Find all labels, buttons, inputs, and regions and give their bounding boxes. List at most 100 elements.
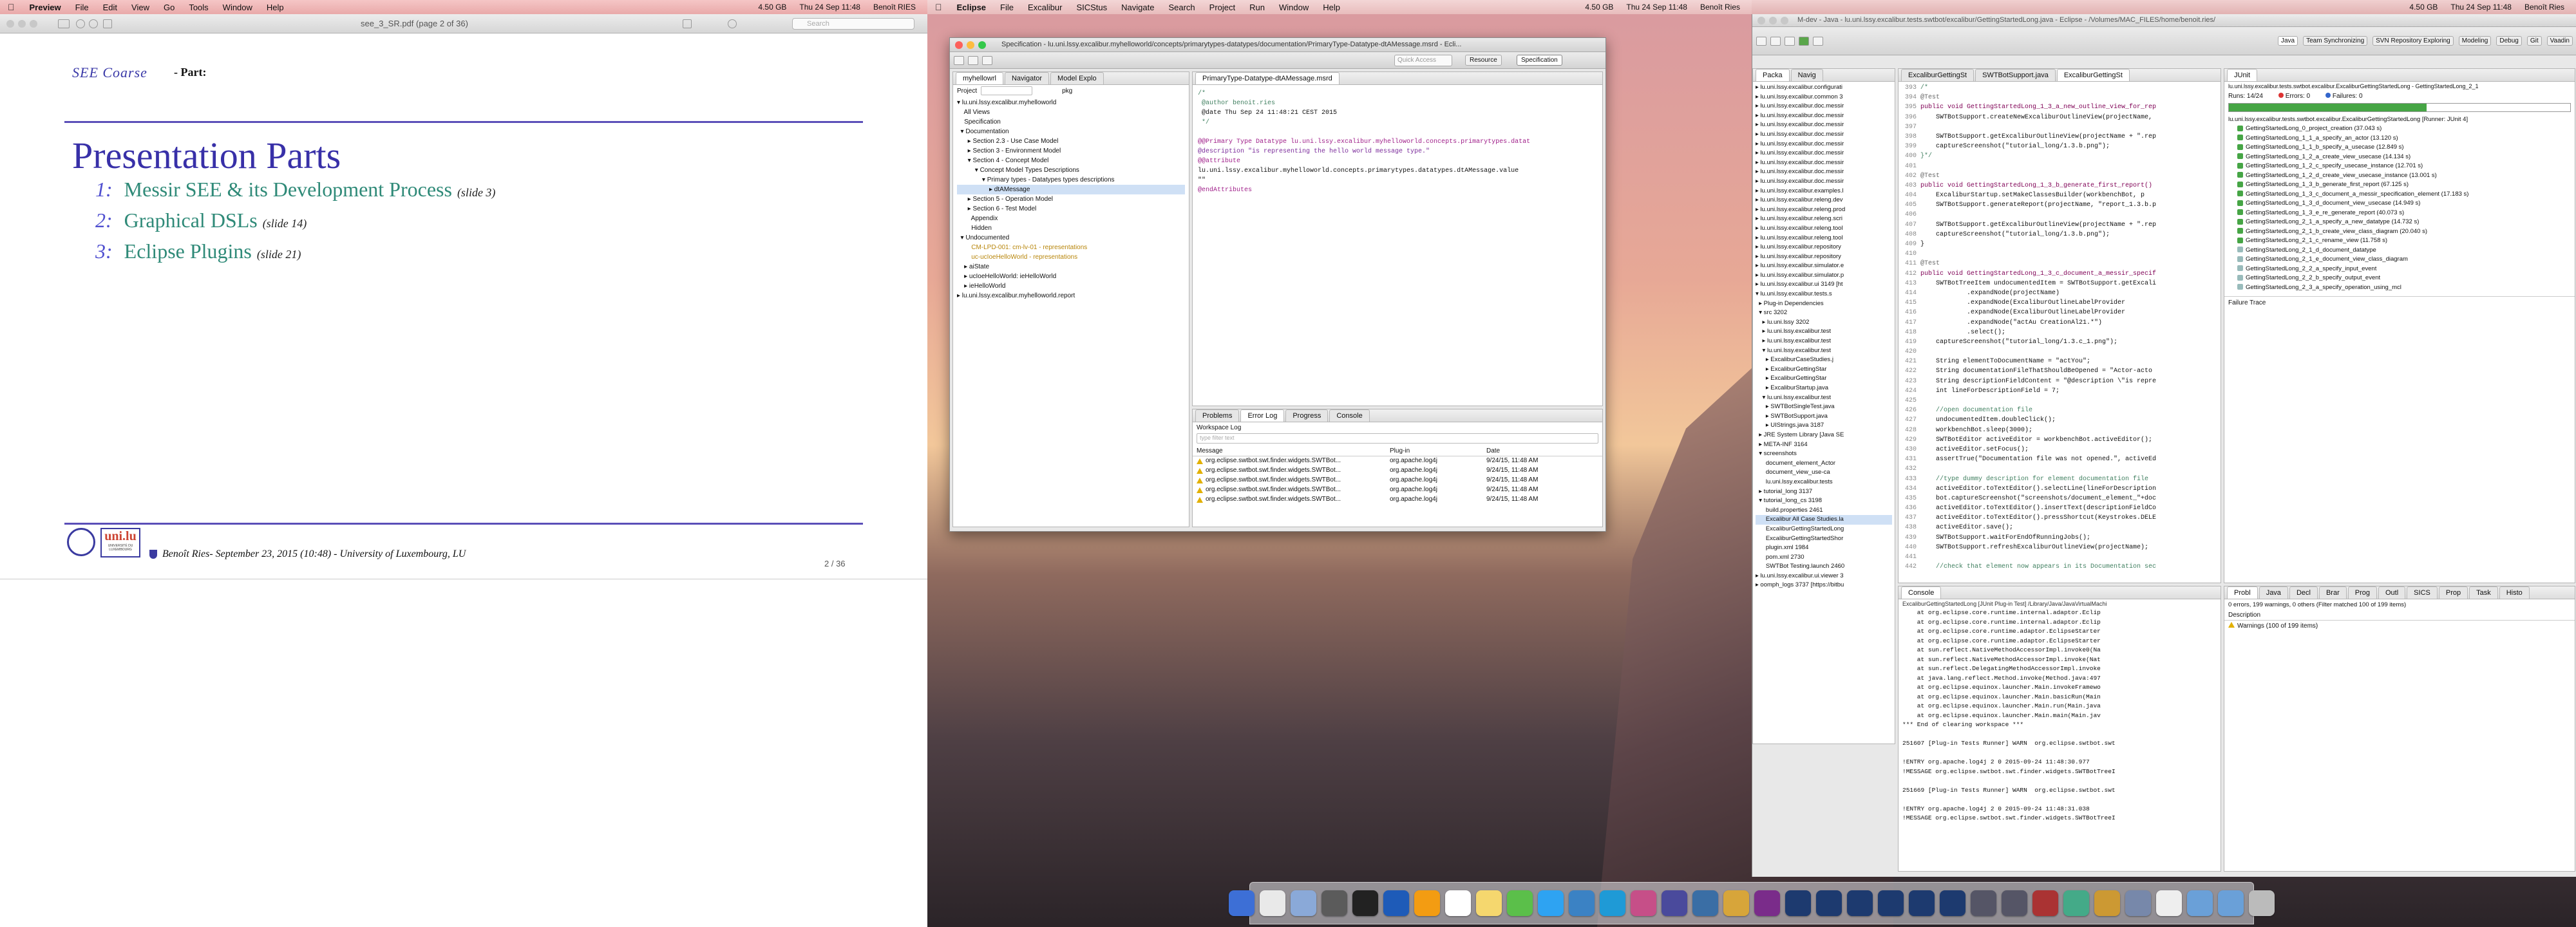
tab-package-explorer[interactable]: Packa	[1756, 69, 1790, 81]
dock-app-icon[interactable]	[1940, 890, 1965, 916]
junit-root[interactable]: lu.uni.lssy.excalibur.tests.swtbot.excal…	[2224, 113, 2575, 124]
junit-test-item[interactable]: GettingStartedLong_2_1_e_document_view_c…	[2237, 255, 2571, 265]
editor-text[interactable]: /* @author benoit.ries @date Thu Sep 24 …	[1193, 85, 1602, 199]
tree-item[interactable]: All Views	[957, 108, 1185, 117]
dock-app-icon[interactable]	[1291, 890, 1316, 916]
package-tree-item[interactable]: ▸ lu.uni.lssy.excalibur.releng.tool	[1756, 234, 1892, 243]
sidebar-toggle-icon[interactable]	[58, 19, 70, 28]
tree-item[interactable]: ▸ aiState	[957, 262, 1185, 272]
package-tree-item[interactable]: ▸ META-INF 3164	[1756, 440, 1892, 450]
tab-console[interactable]: Console	[1329, 409, 1370, 422]
log-row[interactable]: org.eclipse.swtbot.swt.finder.widgets.SW…	[1193, 456, 1602, 466]
dock-app-icon[interactable]	[1260, 890, 1285, 916]
debug-icon[interactable]	[1785, 36, 1795, 46]
tab-problems[interactable]: Problems	[1195, 409, 1240, 422]
zoom-window-icon[interactable]	[978, 41, 986, 49]
tree-item[interactable]: uc-ucIoeHelloWorld - representations	[957, 252, 1185, 262]
package-tree-item[interactable]: ExcaliburGettingStartedShor	[1756, 534, 1892, 544]
zoom-in-icon[interactable]	[89, 19, 98, 28]
package-tree-item[interactable]: ▸ Plug-in Dependencies	[1756, 299, 1892, 309]
junit-test-item[interactable]: GettingStartedLong_1_2_d_create_view_use…	[2237, 171, 2571, 181]
tab-myhelloworld[interactable]: myhellowrl	[956, 72, 1003, 84]
package-tree-item[interactable]: ▸ lu.uni.lssy.excalibur.repository	[1756, 243, 1892, 252]
zoom-window-icon[interactable]	[30, 20, 37, 28]
tree-item[interactable]: ▾ Undocumented	[957, 233, 1185, 243]
tree-item[interactable]: ▸ Section 3 - Environment Model	[957, 146, 1185, 156]
tab-model-explorer[interactable]: Model Explo	[1050, 72, 1104, 84]
dock-app-icon[interactable]	[1909, 890, 1935, 916]
junit-test-item[interactable]: GettingStartedLong_2_1_c_rename_view (11…	[2237, 236, 2571, 246]
menu-view[interactable]: View	[124, 3, 156, 12]
perspective-java[interactable]: Java	[2277, 36, 2298, 46]
apple-icon[interactable]: 	[0, 2, 23, 12]
dock-app-icon[interactable]	[1754, 890, 1780, 916]
package-tree-item[interactable]: ▾ tutorial_long_cs 3198	[1756, 496, 1892, 506]
junit-test-item[interactable]: GettingStartedLong_2_2_b_specify_output_…	[2237, 274, 2571, 283]
minimize-window-icon[interactable]	[1769, 17, 1777, 24]
junit-test-item[interactable]: GettingStartedLong_0_project_creation (3…	[2237, 124, 2571, 134]
col-message[interactable]: Message	[1197, 447, 1390, 454]
junit-test-item[interactable]: GettingStartedLong_1_3_e_re_generate_rep…	[2237, 209, 2571, 218]
menu-project[interactable]: Project	[1202, 3, 1242, 12]
run-icon[interactable]	[1799, 36, 1809, 46]
tree-item[interactable]: ▸ ucIoeHelloWorld: ieHelloWorld	[957, 272, 1185, 281]
dock-app-icon[interactable]	[1785, 890, 1811, 916]
dock-app-icon[interactable]	[2063, 890, 2089, 916]
package-tree-item[interactable]: ▸ lu.uni.lssy.excalibur.doc.messir	[1756, 158, 1892, 168]
package-tree-item[interactable]: ▸ lu.uni.lssy.excalibur.releng.prod	[1756, 205, 1892, 215]
menu-run[interactable]: Run	[1242, 3, 1272, 12]
perspective-team-synchronizing[interactable]: Team Synchronizing	[2303, 36, 2368, 46]
tree-item[interactable]: Hidden	[957, 223, 1185, 233]
package-tree-item[interactable]: ▸ lu.uni.lssy.excalibur.ui.viewer 3	[1756, 572, 1892, 581]
close-window-icon[interactable]	[1757, 17, 1765, 24]
search-icon[interactable]	[1813, 36, 1823, 46]
package-tree-item[interactable]: lu.uni.lssy.excalibur.tests	[1756, 478, 1892, 487]
junit-test-item[interactable]: GettingStartedLong_2_1_d_document_dataty…	[2237, 246, 2571, 256]
tab-navigator[interactable]: Navig	[1790, 69, 1823, 81]
junit-test-item[interactable]: GettingStartedLong_1_2_a_create_view_use…	[2237, 153, 2571, 162]
dock-app-icon[interactable]	[1538, 890, 1564, 916]
dock-app-icon[interactable]	[1662, 890, 1687, 916]
dock-app-icon[interactable]	[2187, 890, 2213, 916]
package-tree-item[interactable]: SWTBot Testing.launch 2460	[1756, 562, 1892, 572]
package-tree-item[interactable]: ▸ lu.uni.lssy.excalibur.doc.messir	[1756, 140, 1892, 149]
menu-navigate[interactable]: Navigate	[1114, 3, 1161, 12]
package-tree-item[interactable]: ▾ lu.uni.lssy.excalibur.test	[1756, 346, 1892, 356]
tab-histo[interactable]: Histo	[2499, 586, 2530, 599]
perspective-svn-repository-exploring[interactable]: SVN Repository Exploring	[2372, 36, 2454, 46]
tree-item[interactable]: CM-LPD-001: cm-lv-01 - representations	[957, 243, 1185, 252]
dock-app-icon[interactable]	[1692, 890, 1718, 916]
package-tree-item[interactable]: ▸ ExcaliburCaseStudies.j	[1756, 355, 1892, 365]
project-filter-input[interactable]	[981, 86, 1033, 95]
tree-item[interactable]: ▸ ieHelloWorld	[957, 281, 1185, 291]
junit-test-item[interactable]: GettingStartedLong_2_3_a_specify_operati…	[2237, 283, 2571, 293]
menu-file[interactable]: File	[993, 3, 1021, 12]
share-icon[interactable]	[103, 19, 112, 28]
package-tree-item[interactable]: Excalibur All Case Studies.la	[1756, 515, 1892, 525]
dock-app-icon[interactable]	[2032, 890, 2058, 916]
menu-window[interactable]: Window	[216, 3, 260, 12]
junit-test-item[interactable]: GettingStartedLong_1_1_a_specify_an_acto…	[2237, 134, 2571, 144]
dock-app-icon[interactable]	[1631, 890, 1656, 916]
perspective-debug[interactable]: Debug	[2496, 36, 2522, 46]
package-tree-item[interactable]: ▸ lu.uni.lssy.excalibur.doc.messir	[1756, 130, 1892, 140]
filter-value[interactable]: pkg	[1062, 88, 1072, 95]
tree-item[interactable]: ▾ Primary types - Datatypes types descri…	[957, 175, 1185, 185]
package-tree-item[interactable]: ▸ lu.uni.lssy.excalibur.doc.messir	[1756, 149, 1892, 158]
log-row[interactable]: org.eclipse.swtbot.swt.finder.widgets.SW…	[1193, 485, 1602, 495]
zoom-window-icon[interactable]	[1781, 17, 1788, 24]
menu-tools[interactable]: Tools	[182, 3, 215, 12]
dock-app-icon[interactable]	[1569, 890, 1595, 916]
tree-item[interactable]: Appendix	[957, 214, 1185, 223]
package-tree-item[interactable]: ▸ oomph_logs 3737 [https://bitbu	[1756, 581, 1892, 590]
package-tree-item[interactable]: ▸ lu.uni.lssy.excalibur.doc.messir	[1756, 102, 1892, 111]
tab-prop[interactable]: Prop	[2438, 586, 2468, 599]
package-tree-item[interactable]: ▸ lu.uni.lssy.excalibur.doc.messir	[1756, 111, 1892, 121]
tab-progress[interactable]: Progress	[1285, 409, 1329, 422]
menu-excalibur[interactable]: Excalibur	[1021, 3, 1069, 12]
menu-search[interactable]: Search	[1161, 3, 1202, 12]
pen-icon[interactable]	[683, 19, 692, 28]
user-name[interactable]: Benoît RIES	[868, 3, 921, 12]
user-name[interactable]: Benoît Ries	[1695, 3, 1745, 12]
menu-sicstus[interactable]: SICStus	[1069, 3, 1114, 12]
